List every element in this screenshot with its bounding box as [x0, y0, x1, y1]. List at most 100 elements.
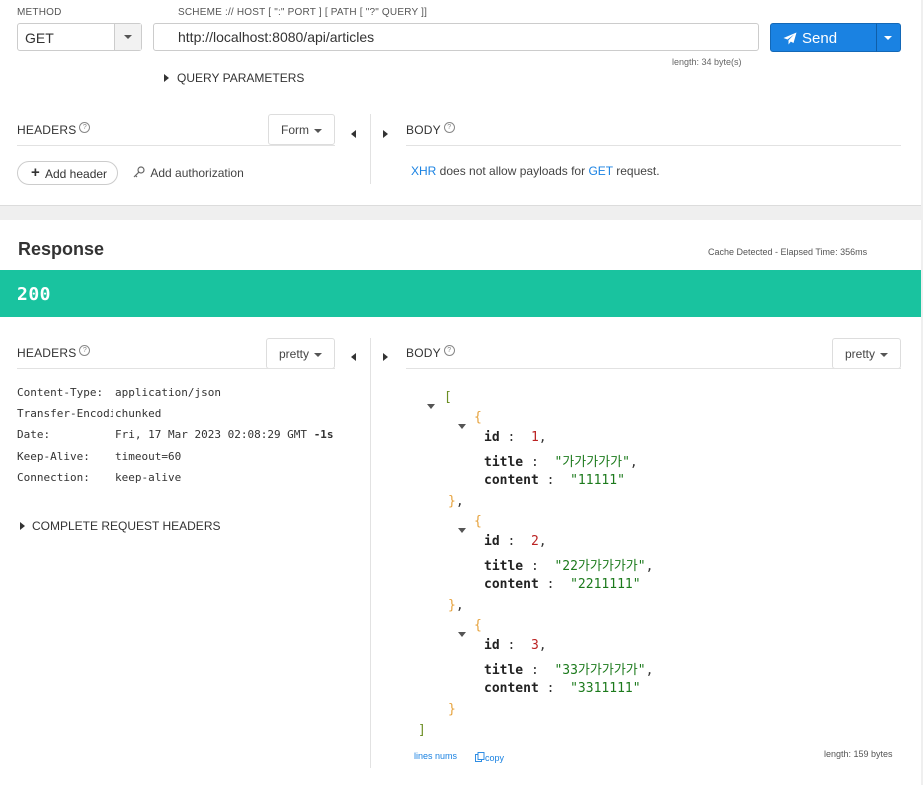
- request-headers-title: HEADERS?: [17, 122, 91, 138]
- json-key: content: [484, 681, 539, 696]
- notice-text: does not allow payloads for: [436, 164, 589, 178]
- header-key: Date:: [17, 428, 51, 441]
- add-header-button[interactable]: + Add header: [17, 161, 118, 185]
- complete-request-headers-toggle[interactable]: COMPLETE REQUEST HEADERS: [20, 519, 220, 533]
- status-code: 200: [17, 284, 52, 305]
- json-line: id : 3,: [484, 638, 547, 653]
- method-link: GET: [588, 164, 613, 178]
- request-body-label: BODY: [406, 123, 441, 137]
- notice-end: request.: [612, 164, 660, 178]
- json-object-open: {: [474, 410, 482, 425]
- copy-button[interactable]: copy: [475, 751, 504, 763]
- json-key: title: [484, 455, 524, 470]
- send-button[interactable]: Send: [770, 23, 877, 52]
- json-key: title: [484, 663, 524, 678]
- response-headers-mode-dropdown[interactable]: pretty: [266, 338, 335, 369]
- json-value: "가가가가가": [554, 455, 630, 470]
- json-key: id: [484, 430, 500, 445]
- collapse-left-icon[interactable]: [351, 348, 356, 366]
- response-body-label: BODY: [406, 346, 441, 360]
- help-icon[interactable]: ?: [79, 345, 91, 356]
- chevron-down-icon: [314, 129, 322, 133]
- json-object-open: {: [474, 514, 482, 529]
- json-key: title: [484, 559, 524, 574]
- json-value: "33가가가가가": [554, 663, 646, 678]
- collapse-toggle[interactable]: [458, 520, 466, 538]
- key-icon: [133, 166, 145, 178]
- collapse-icon: [458, 424, 466, 429]
- chevron-down-icon: [880, 353, 888, 357]
- plus-icon: +: [31, 164, 40, 181]
- json-line: title : "가가가가가",: [484, 455, 638, 470]
- send-label: Send: [802, 30, 838, 47]
- expand-right-icon[interactable]: [383, 125, 388, 143]
- collapse-toggle[interactable]: [458, 624, 466, 642]
- header-value: application/json: [115, 386, 221, 399]
- json-value: "3311111": [570, 681, 641, 696]
- copy-icon: [475, 752, 485, 762]
- response-headers-title: HEADERS?: [17, 345, 91, 361]
- header-key: Connection:: [17, 471, 90, 484]
- help-icon[interactable]: ?: [443, 122, 455, 133]
- help-icon[interactable]: ?: [443, 345, 455, 356]
- xhr-link[interactable]: XHR: [411, 164, 436, 178]
- json-object-close: },: [448, 494, 464, 509]
- json-line: id : 2,: [484, 534, 547, 549]
- json-line: content : "3311111": [484, 681, 641, 696]
- json-line: title : "22가가가가가",: [484, 559, 654, 574]
- response-title: Response: [18, 239, 105, 259]
- help-icon[interactable]: ?: [79, 122, 91, 133]
- cache-info: Cache Detected - Elapsed Time: 356ms: [708, 247, 868, 257]
- header-key: Transfer-Encoding:: [17, 407, 113, 420]
- copy-label: copy: [485, 753, 505, 763]
- add-header-label: Add header: [45, 167, 108, 181]
- json-line: id : 1,: [484, 430, 547, 445]
- url-length: length: 34 byte(s): [672, 57, 742, 67]
- response-headers-label: HEADERS: [17, 346, 77, 360]
- method-value: GET: [25, 30, 54, 46]
- body-notice: XHR does not allow payloads for GET requ…: [411, 164, 660, 178]
- panel-divider: [370, 338, 371, 768]
- header-key: Keep-Alive:: [17, 450, 90, 463]
- url-input[interactable]: [153, 23, 759, 51]
- method-dropdown-toggle[interactable]: [114, 24, 141, 50]
- expand-right-icon: [164, 74, 169, 82]
- collapse-icon: [458, 528, 466, 533]
- headers-mode-value: Form: [281, 123, 309, 137]
- json-close-bracket: ]: [418, 723, 426, 738]
- json-value: 1: [530, 430, 539, 445]
- query-parameters-toggle[interactable]: QUERY PARAMETERS: [164, 71, 304, 85]
- json-object-open: {: [474, 618, 482, 633]
- header-value-delta: ‑1s: [313, 428, 334, 441]
- response-body-mode-dropdown[interactable]: pretty: [832, 338, 901, 369]
- request-body-title: BODY?: [406, 122, 455, 138]
- query-parameters-label: QUERY PARAMETERS: [177, 71, 305, 85]
- send-options-button[interactable]: [876, 23, 901, 52]
- divider: [17, 368, 335, 369]
- add-authorization-label: Add authorization: [150, 166, 244, 180]
- divider: [17, 145, 335, 146]
- json-object-close: },: [448, 598, 464, 613]
- collapse-left-icon[interactable]: [351, 125, 356, 143]
- header-value-text: Fri, 17 Mar 2023 02:08:29 GMT: [115, 428, 308, 441]
- response-body-title: BODY?: [406, 345, 455, 361]
- url-label: SCHEME :// HOST [ ":" PORT ] [ PATH [ "?…: [178, 7, 428, 18]
- add-authorization-link[interactable]: Add authorization: [133, 165, 244, 180]
- json-value: "11111": [570, 473, 625, 488]
- expand-right-icon: [20, 522, 25, 530]
- header-key: Content-Type:: [17, 386, 104, 399]
- headers-mode-dropdown[interactable]: Form: [268, 114, 335, 145]
- method-select[interactable]: GET: [17, 23, 142, 51]
- expand-right-icon[interactable]: [383, 348, 388, 366]
- collapse-toggle[interactable]: [458, 416, 466, 434]
- json-open-bracket: [: [444, 390, 452, 405]
- json-key: content: [484, 473, 539, 488]
- collapse-toggle[interactable]: [427, 396, 435, 414]
- divider: [406, 145, 901, 146]
- json-bracket: ]: [418, 723, 426, 738]
- json-value: 2: [530, 534, 539, 549]
- json-object-close: }: [448, 702, 456, 717]
- lines-nums-toggle[interactable]: lines nums: [414, 751, 457, 761]
- json-line: content : "11111": [484, 473, 625, 488]
- method-label: METHOD: [17, 7, 62, 18]
